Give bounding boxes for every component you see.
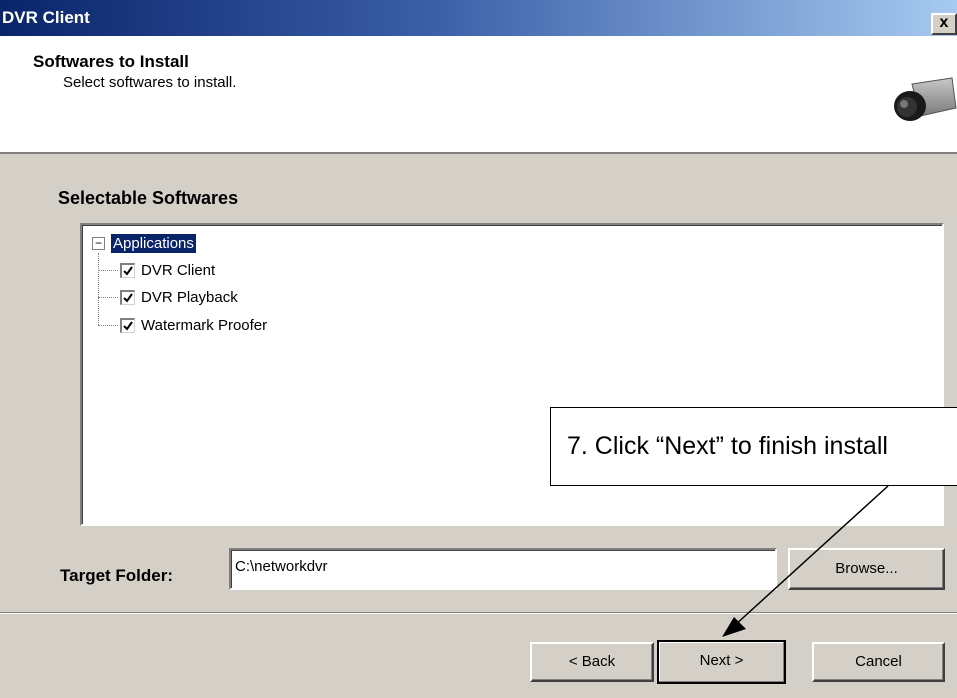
tree-root-applications[interactable]: − Applications (92, 232, 196, 254)
next-button[interactable]: Next > (657, 640, 786, 684)
tree-connector (98, 324, 118, 326)
check-icon (123, 265, 133, 276)
tree-connector (98, 296, 118, 298)
separator (0, 612, 957, 614)
tree-item-label: Watermark Proofer (141, 316, 268, 334)
cancel-button[interactable]: Cancel (812, 642, 945, 682)
camera-icon (894, 77, 957, 121)
tree-connector (98, 269, 118, 271)
checkbox-watermark-proofer[interactable] (120, 317, 135, 333)
tree-item-label: DVR Client (141, 261, 216, 279)
check-icon (123, 292, 133, 303)
page-subtitle: Select softwares to install. (63, 74, 237, 91)
instruction-callout: 7. Click “Next” to finish install (550, 407, 957, 486)
window-title: DVR Client (2, 8, 90, 27)
page-title: Softwares to Install (33, 52, 189, 71)
tree-item-dvr-client[interactable]: DVR Client (98, 259, 215, 281)
installer-window: DVR Client x Softwares to Install Select… (0, 0, 957, 698)
close-icon: x (939, 14, 949, 31)
target-folder-label: Target Folder: (60, 566, 174, 585)
section-heading: Selectable Softwares (58, 188, 239, 208)
checkbox-dvr-playback[interactable] (120, 289, 135, 305)
tree-item-watermark-proofer[interactable]: Watermark Proofer (98, 314, 267, 336)
title-bar[interactable]: DVR Client x (0, 0, 957, 36)
header-panel: Softwares to Install Select softwares to… (0, 36, 957, 154)
back-button[interactable]: < Back (530, 642, 654, 682)
check-icon (123, 320, 133, 331)
tree-root-label[interactable]: Applications (111, 233, 196, 253)
checkbox-dvr-client[interactable] (120, 262, 135, 278)
collapse-icon[interactable]: − (92, 236, 105, 250)
tree-item-dvr-playback[interactable]: DVR Playback (98, 286, 238, 308)
tree-item-label: DVR Playback (141, 288, 238, 306)
target-folder-input[interactable]: C:\networkdvr (229, 548, 777, 590)
browse-button[interactable]: Browse... (788, 548, 945, 590)
close-button[interactable]: x (931, 13, 957, 35)
